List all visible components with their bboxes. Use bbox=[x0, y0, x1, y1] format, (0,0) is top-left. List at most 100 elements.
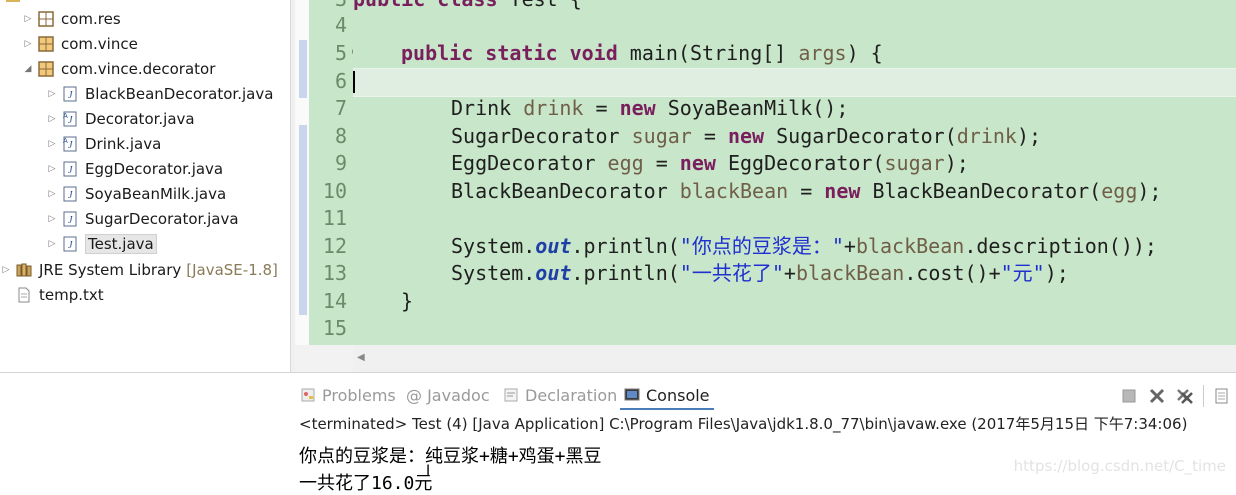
line-number: 15 bbox=[322, 316, 347, 340]
code-line-14: } bbox=[401, 289, 414, 313]
svg-text:J: J bbox=[68, 215, 73, 226]
code-line-9: EggDecorator egg = new EggDecorator(suga… bbox=[451, 151, 969, 175]
tree-item-test[interactable]: ▷ J Test.java bbox=[46, 231, 157, 256]
java-file-icon: J bbox=[62, 86, 78, 102]
clear-console-icon[interactable] bbox=[1214, 387, 1232, 405]
tree-item-label: temp.txt bbox=[39, 285, 104, 304]
tree-item-decorator[interactable]: ▷ JA Decorator.java bbox=[46, 106, 195, 131]
java-file-icon: J bbox=[62, 211, 78, 227]
tab-problems[interactable]: Problems bbox=[300, 384, 396, 406]
tree-item-com-vince-decorator[interactable]: ◢ com.vince.decorator bbox=[22, 56, 216, 81]
expand-arrow-icon[interactable]: ▷ bbox=[46, 214, 58, 224]
code-line-5: public static void main(String[] args) { bbox=[401, 41, 883, 65]
java-file-icon: JA bbox=[62, 111, 78, 127]
collapse-arrow-icon[interactable]: ◢ bbox=[22, 64, 34, 74]
tree-item-label: JRE System Library bbox=[39, 260, 182, 279]
line-number: 6 bbox=[334, 69, 347, 93]
console-output-line: 你点的豆浆是：纯豆浆+糖+鸡蛋+黑豆 bbox=[299, 446, 602, 467]
line-number: 11 bbox=[322, 206, 347, 230]
line-number: 4 bbox=[334, 13, 347, 37]
line-number: 12 bbox=[322, 234, 347, 258]
java-file-icon: J bbox=[62, 186, 78, 202]
line-number: 14 bbox=[322, 289, 347, 313]
tree-item-label: EggDecorator.java bbox=[85, 159, 224, 178]
tree-item-soyabeanmilk[interactable]: ▷ J SoyaBeanMilk.java bbox=[46, 181, 227, 206]
text-cursor-icon: I bbox=[426, 463, 431, 479]
project-folder-icon bbox=[6, 0, 20, 2]
tree-item-label: com.vince.decorator bbox=[61, 59, 216, 78]
tree-item-label: Decorator.java bbox=[85, 109, 195, 128]
line-number: 7 bbox=[334, 96, 347, 120]
code-line-13: System.out.println("一共花了"+blackBean.cost… bbox=[451, 261, 1069, 285]
expand-arrow-icon[interactable]: ▷ bbox=[46, 189, 58, 199]
tree-item-com-vince[interactable]: ▷ com.vince bbox=[22, 31, 138, 56]
tab-label: Problems bbox=[322, 385, 396, 405]
tree-item-label: com.vince bbox=[61, 34, 138, 53]
console-output-line: 一共花了16.0元 bbox=[299, 473, 433, 494]
java-file-icon: J bbox=[62, 161, 78, 177]
console-view: Problems @ Javadoc Declaration Console <… bbox=[0, 372, 1236, 494]
tree-item-label: Test.java bbox=[85, 233, 157, 254]
tree-item-decoration: [JavaSE-1.8] bbox=[186, 260, 278, 279]
package-icon bbox=[38, 10, 54, 27]
problems-icon bbox=[300, 387, 316, 403]
expand-arrow-icon[interactable]: ▷ bbox=[22, 39, 34, 49]
line-number: 13 bbox=[322, 261, 347, 285]
code-line-7: Drink drink = new SoyaBeanMilk(); bbox=[451, 96, 849, 120]
package-icon bbox=[38, 35, 54, 52]
tree-item-blackbeandecorator[interactable]: ▷ J BlackBeanDecorator.java bbox=[46, 81, 274, 106]
code-line-8: SugarDecorator sugar = new SugarDecorato… bbox=[451, 124, 1042, 148]
tree-item-label: com.res bbox=[61, 9, 121, 28]
expand-arrow-icon[interactable]: ▷ bbox=[46, 114, 58, 124]
expand-arrow-icon[interactable]: ▷ bbox=[46, 89, 58, 99]
svg-text:J: J bbox=[68, 165, 73, 176]
tree-item-label: SugarDecorator.java bbox=[85, 209, 239, 228]
svg-text:J: J bbox=[68, 115, 73, 126]
line-number-gutter: 3 4 5 6 7 8 9 10 11 12 13 14 15 ⊖ bbox=[309, 0, 360, 345]
tree-item-temp-txt[interactable]: temp.txt bbox=[16, 282, 104, 307]
console-icon bbox=[624, 387, 640, 403]
svg-text:J: J bbox=[68, 240, 73, 251]
code-area[interactable]: public class Test { public static void m… bbox=[353, 0, 1236, 345]
library-icon bbox=[16, 262, 32, 278]
line-number: 9 bbox=[334, 151, 347, 175]
change-marker bbox=[299, 125, 307, 315]
tab-declaration[interactable]: Declaration bbox=[503, 384, 617, 406]
watermark: https://blog.csdn.net/C_time bbox=[1013, 457, 1226, 475]
expand-arrow-icon[interactable]: ▷ bbox=[46, 239, 58, 249]
change-marker bbox=[299, 40, 307, 98]
expand-arrow-icon[interactable]: ▷ bbox=[46, 164, 58, 174]
tree-item-eggdecorator[interactable]: ▷ J EggDecorator.java bbox=[46, 156, 224, 181]
svg-text:J: J bbox=[68, 90, 73, 101]
tab-javadoc[interactable]: @ Javadoc bbox=[406, 384, 490, 406]
tree-item-com-res[interactable]: ▷ com.res bbox=[22, 6, 121, 31]
code-line-12: System.out.println("你点的豆浆是："+blackBean.d… bbox=[451, 234, 1157, 258]
tab-console[interactable]: Console bbox=[620, 384, 714, 410]
package-explorer: ▷ com.res ▷ com.vince ◢ com.vince.decora… bbox=[0, 0, 290, 372]
scroll-left-icon[interactable]: ◀ bbox=[357, 352, 365, 363]
remove-all-terminated-icon[interactable] bbox=[1176, 387, 1194, 405]
current-line-highlight bbox=[353, 68, 1236, 97]
code-line-10: BlackBeanDecorator blackBean = new Black… bbox=[451, 179, 1162, 203]
terminate-icon[interactable] bbox=[1120, 387, 1138, 405]
tree-item-label: SoyaBeanMilk.java bbox=[85, 184, 227, 203]
expand-arrow-icon[interactable]: ▷ bbox=[22, 14, 34, 24]
declaration-icon bbox=[503, 387, 519, 403]
svg-text:A: A bbox=[63, 112, 68, 120]
package-icon bbox=[38, 60, 54, 77]
console-tab-bar: Problems @ Javadoc Declaration Console bbox=[0, 372, 1236, 411]
remove-launch-icon[interactable] bbox=[1148, 387, 1166, 405]
horizontal-scrollbar[interactable]: ◀ bbox=[353, 345, 1236, 372]
tab-label: @ Javadoc bbox=[406, 385, 490, 405]
expand-arrow-icon[interactable]: ▷ bbox=[46, 139, 58, 149]
toolbar-separator bbox=[1203, 385, 1204, 407]
line-number: 5 bbox=[334, 41, 347, 65]
tree-item-sugardecorator[interactable]: ▷ J SugarDecorator.java bbox=[46, 206, 239, 231]
tree-item-drink[interactable]: ▷ JA Drink.java bbox=[46, 131, 162, 156]
tree-item-jre-library[interactable]: ▷ JRE System Library [JavaSE-1.8] bbox=[0, 257, 278, 282]
text-file-icon bbox=[16, 287, 32, 303]
svg-text:J: J bbox=[68, 140, 73, 151]
code-editor[interactable]: 3 4 5 6 7 8 9 10 11 12 13 14 15 ⊖ public… bbox=[295, 0, 1236, 372]
code-line-3: public class Test { bbox=[353, 0, 582, 14]
expand-arrow-icon[interactable]: ▷ bbox=[0, 265, 12, 275]
